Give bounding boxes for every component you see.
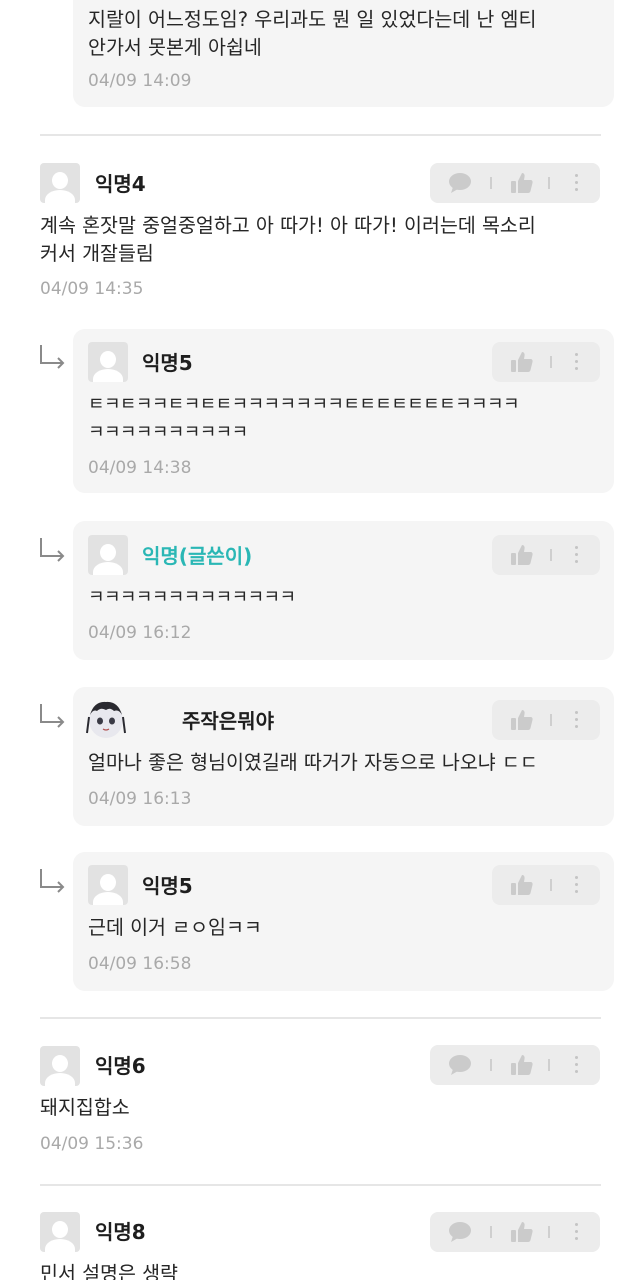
comment-author: 익명4 xyxy=(95,172,146,196)
comment-action-bar xyxy=(492,700,600,740)
separator xyxy=(490,1059,492,1071)
comment-text-line: 민서 설명은 생략 xyxy=(40,1262,178,1280)
comment-action-bar xyxy=(430,1212,600,1252)
speech-bubble-icon[interactable] xyxy=(446,1045,474,1085)
comment-action-bar xyxy=(430,163,600,203)
separator xyxy=(550,356,552,368)
comment-text-line: 안가서 못본게 아쉽네 xyxy=(88,36,262,59)
comment-timestamp: 04/09 15:36 xyxy=(40,1134,144,1154)
comment-author: 익명5 xyxy=(142,874,193,898)
more-vertical-icon[interactable] xyxy=(575,546,579,567)
thumbs-up-icon[interactable] xyxy=(508,1212,536,1252)
separator xyxy=(490,1226,492,1238)
comment-text-line: 돼지집합소 xyxy=(40,1096,130,1119)
thumbs-up-icon[interactable] xyxy=(508,342,536,382)
reply-icon xyxy=(40,345,65,369)
comment-timestamp: 04/09 16:12 xyxy=(88,623,192,643)
reply-icon xyxy=(40,704,65,728)
divider xyxy=(40,1017,601,1019)
thumbs-up-icon[interactable] xyxy=(508,865,536,905)
comment-author-op: 익명(글쓴이) xyxy=(142,544,253,568)
separator xyxy=(550,879,552,891)
comment-timestamp: 04/09 14:38 xyxy=(88,458,192,478)
comment-author: 익명5 xyxy=(142,351,193,375)
comment-text-line: 커서 개잘들림 xyxy=(40,242,154,265)
comment-action-bar xyxy=(492,535,600,575)
default-avatar-icon xyxy=(40,163,80,203)
more-vertical-icon[interactable] xyxy=(575,876,579,897)
divider xyxy=(40,1184,601,1186)
separator xyxy=(490,177,492,189)
separator xyxy=(548,1059,550,1071)
reply-icon xyxy=(40,538,65,562)
more-vertical-icon[interactable] xyxy=(575,1223,579,1244)
separator xyxy=(548,1226,550,1238)
comment-author: 주작은뭐야 xyxy=(182,709,274,733)
comment-timestamp: 04/09 16:13 xyxy=(88,789,192,809)
comment-action-bar xyxy=(492,342,600,382)
divider xyxy=(40,134,601,136)
comment-text-line: 근데 이거 ㄹㅇ임ㅋㅋ xyxy=(88,916,262,939)
comment-author: 익명8 xyxy=(95,1220,146,1244)
separator xyxy=(550,714,552,726)
comment-timestamp: 04/09 14:09 xyxy=(88,71,192,91)
reply-icon xyxy=(40,869,65,893)
comment-text-line: 지랄이 어느정도임? 우리과도 뭔 일 있었다는데 난 엠티 xyxy=(88,8,537,31)
more-vertical-icon[interactable] xyxy=(575,353,579,374)
thumbs-up-icon[interactable] xyxy=(508,163,536,203)
comment-action-bar xyxy=(492,865,600,905)
speech-bubble-icon[interactable] xyxy=(446,1212,474,1252)
thumbs-up-icon[interactable] xyxy=(508,700,536,740)
default-avatar-icon xyxy=(40,1046,80,1086)
comment-text-line: ㅌㅋㅌㅋㅋㅌㅋㅌㅌㅋㅋㅋㅋㅋㅋㅋㅌㅌㅌㅌㅌㅌㅌㅋㅋㅋㅋ xyxy=(88,394,520,415)
default-avatar-icon xyxy=(88,865,128,905)
more-vertical-icon[interactable] xyxy=(575,1056,579,1077)
more-vertical-icon[interactable] xyxy=(575,711,579,732)
comment-text-line: ㅋㅋㅋㅋㅋㅋㅋㅋㅋㅋ xyxy=(88,422,248,443)
default-avatar-icon xyxy=(88,342,128,382)
thumbs-up-icon[interactable] xyxy=(508,535,536,575)
comment-timestamp: 04/09 16:58 xyxy=(88,954,192,974)
comment-action-bar xyxy=(430,1045,600,1085)
more-vertical-icon[interactable] xyxy=(575,174,579,195)
user-avatar-icon xyxy=(86,701,126,738)
default-avatar-icon xyxy=(88,535,128,575)
comment-text-line: 계속 혼잣말 중얼중얼하고 아 따가! 아 따가! 이러는데 목소리 xyxy=(40,214,536,237)
separator xyxy=(550,549,552,561)
comment-text-line: ㅋㅋㅋㅋㅋㅋㅋㅋㅋㅋㅋㅋㅋ xyxy=(88,587,296,608)
separator xyxy=(548,177,550,189)
comment-timestamp: 04/09 14:35 xyxy=(40,279,144,299)
comment-text-line: 얼마나 좋은 형님이였길래 따거가 자동으로 나오냐 ㄷㄷ xyxy=(88,751,538,774)
speech-bubble-icon[interactable] xyxy=(446,163,474,203)
comment-author: 익명6 xyxy=(95,1054,146,1078)
default-avatar-icon xyxy=(40,1212,80,1252)
thumbs-up-icon[interactable] xyxy=(508,1045,536,1085)
